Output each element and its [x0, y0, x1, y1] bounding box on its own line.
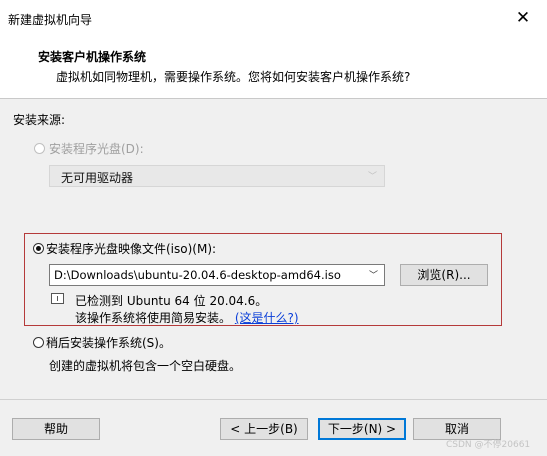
- radio-install-disc-label: 安装程序光盘(D):: [49, 142, 144, 156]
- window-title: 新建虚拟机向导: [8, 13, 93, 27]
- drive-select[interactable]: 无可用驱动器 ﹀: [49, 165, 385, 187]
- radio-install-later-label: 稍后安装操作系统(S)。: [46, 336, 171, 350]
- install-source-label: 安装来源:: [13, 113, 66, 127]
- iso-path-value: D:\Downloads\ubuntu-20.04.6-desktop-amd6…: [54, 268, 341, 282]
- next-button[interactable]: 下一步(N) >: [318, 418, 406, 440]
- header-subtitle: 虚拟机如同物理机，需要操作系统。您将如何安装客户机操作系统?: [56, 70, 411, 84]
- drive-select-value: 无可用驱动器: [61, 171, 134, 185]
- help-button[interactable]: 帮助: [12, 418, 100, 440]
- header-title: 安装客户机操作系统: [38, 50, 147, 64]
- detected-os-text: 已检测到 Ubuntu 64 位 20.04.6。: [75, 294, 268, 308]
- watermark-text: CSDN @不停20661: [446, 440, 531, 450]
- whats-this-link[interactable]: (这是什么?): [235, 311, 299, 325]
- wizard-header: [0, 36, 547, 96]
- close-button[interactable]: ✕: [508, 6, 538, 30]
- radio-install-iso-label: 安装程序光盘映像文件(iso)(M):: [46, 242, 217, 256]
- close-icon: ✕: [515, 8, 531, 28]
- install-later-description: 创建的虚拟机将包含一个空白硬盘。: [49, 359, 242, 373]
- iso-path-combo[interactable]: D:\Downloads\ubuntu-20.04.6-desktop-amd6…: [49, 264, 385, 286]
- easy-install-label: 该操作系统将使用简易安装。: [75, 311, 232, 325]
- chevron-down-icon[interactable]: ﹀: [369, 268, 378, 281]
- browse-button[interactable]: 浏览(R)...: [400, 264, 488, 286]
- easy-install-text: 该操作系统将使用简易安装。 (这是什么?): [75, 309, 299, 326]
- chevron-down-icon: ﹀: [367, 172, 377, 182]
- radio-install-disc[interactable]: [34, 143, 45, 154]
- back-button[interactable]: < 上一步(B): [220, 418, 308, 440]
- info-icon: [51, 293, 64, 304]
- radio-install-iso[interactable]: [33, 243, 44, 254]
- radio-install-later[interactable]: [33, 337, 44, 348]
